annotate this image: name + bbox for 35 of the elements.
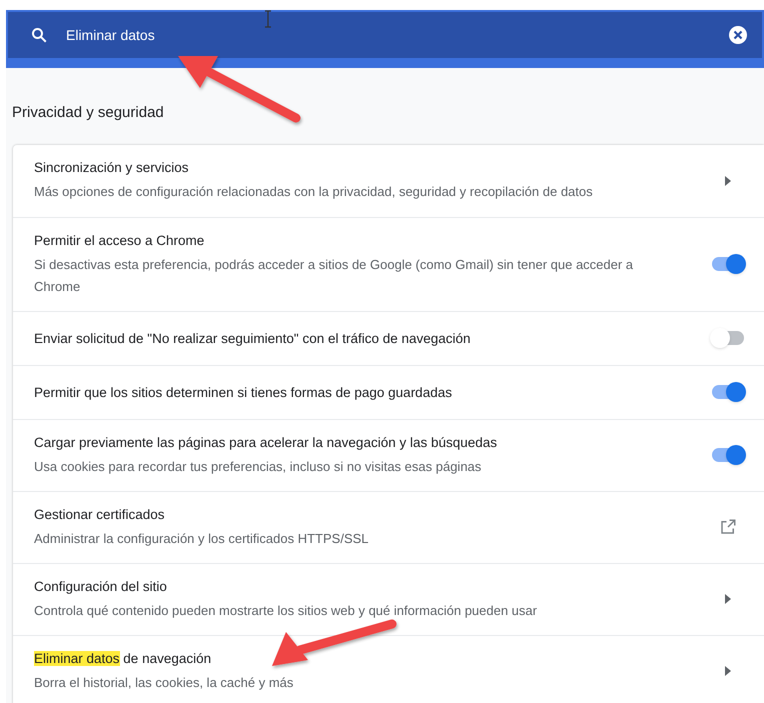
setting-description: Más opciones de configuración relacionadas con la privacidad, seguridad y recopilación de datos (34, 183, 594, 201)
setting-title: Gestionar certificados (34, 506, 166, 524)
setting-title: Permitir que los sitios determinen si tienes formas de pago guardadas (34, 384, 453, 402)
search-icon (30, 26, 48, 44)
text-cursor-icon (264, 10, 272, 28)
caret-right-icon[interactable] (725, 594, 731, 604)
toggle-switch[interactable] (710, 445, 746, 465)
external-link-icon[interactable] (719, 518, 737, 536)
settings-row[interactable]: Permitir que los sitios determinen si tienes formas de pago guardadas (13, 364, 764, 418)
settings-row[interactable]: Sincronización y servicios Más opciones de configuración relacionadas con la privacidad, seguridad y recopilación de datos (13, 144, 764, 216)
settings-row[interactable]: Gestionar certificados Administrar la configuración y los certificados HTTPS/SSL (13, 490, 764, 562)
settings-row[interactable]: Configuración del sitio Controla qué contenido pueden mostrarte los sitios web y qué información pueden usar (13, 562, 764, 634)
settings-row[interactable]: Cargar previamente las páginas para acelerar la navegación y las búsquedas Usa cookies para recordar tus preferencias, incluso si no visitas esas páginas (13, 418, 764, 490)
settings-row[interactable]: Permitir el acceso a Chrome Si desactivas esta preferencia, podrás acceder a sitios de Google (como Gmail) sin tener que acceder a Chrome (13, 216, 764, 310)
setting-description: Usa cookies para recordar tus preferencias, incluso si no visitas esas páginas (34, 458, 482, 476)
setting-title: Enviar solicitud de "No realizar seguimiento" con el tráfico de navegación (34, 330, 472, 348)
setting-description: Borra el historial, las cookies, la caché y más (34, 674, 294, 692)
setting-title: Permitir el acceso a Chrome (34, 232, 206, 250)
setting-title: Sincronización y servicios (34, 159, 190, 177)
setting-title: Eliminar datos de navegación (34, 650, 212, 668)
caret-right-icon[interactable] (725, 666, 731, 676)
caret-right-icon[interactable] (725, 176, 731, 186)
setting-description: Si desactivas esta preferencia, podrás acceder a sitios de Google (como Gmail) sin tener que acceder a Chrome (34, 256, 634, 296)
toggle-switch[interactable] (710, 382, 746, 402)
settings-row[interactable]: Enviar solicitud de "No realizar seguimiento" con el tráfico de navegación (13, 310, 764, 364)
setting-description: Administrar la configuración y los certificados HTTPS/SSL (34, 530, 370, 548)
section-title: Privacidad y seguridad (12, 103, 165, 123)
clear-search-icon[interactable] (728, 25, 748, 45)
search-text: Eliminar datos (66, 26, 156, 44)
setting-title: Configuración del sitio (34, 578, 168, 596)
search-field[interactable]: Eliminar datos (8, 12, 762, 58)
toggle-switch[interactable] (710, 254, 746, 274)
setting-description: Controla qué contenido pueden mostrarte los sitios web y qué información pueden usar (34, 602, 538, 620)
setting-title: Cargar previamente las páginas para acelerar la navegación y las búsquedas (34, 434, 498, 452)
toggle-switch[interactable] (710, 328, 746, 348)
